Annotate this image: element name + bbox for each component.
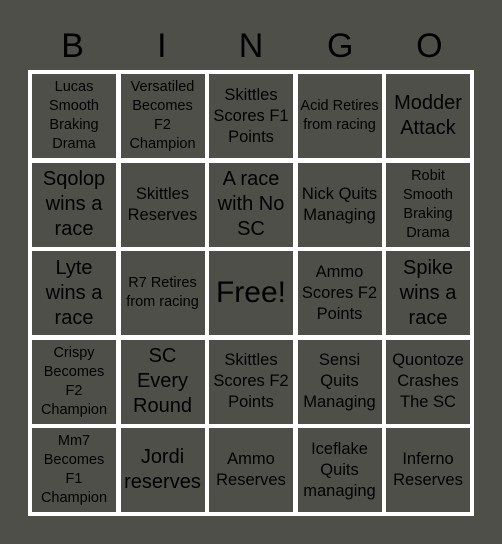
bingo-header: B I N G O — [28, 26, 474, 66]
bingo-cell[interactable]: Sqolop wins a race — [32, 162, 116, 247]
bingo-cell[interactable]: Acid Retires from racing — [297, 74, 382, 158]
bingo-cell-text: Mm7 Becomes F1 Champion — [40, 433, 108, 506]
bingo-cell[interactable]: Inferno Reserves — [386, 428, 470, 512]
header-letter-b: B — [61, 27, 84, 65]
bingo-cell-text: SC Every Round — [133, 345, 192, 417]
bingo-cell-text: Acid Retires from racing — [300, 98, 379, 133]
bingo-cell[interactable]: Ammo Reserves — [209, 428, 293, 512]
bingo-cell-text: Ammo Scores F2 Points — [301, 262, 378, 323]
bingo-cell-text: Crispy Becomes F2 Champion — [40, 344, 108, 418]
bingo-cell[interactable]: SC Every Round — [120, 339, 205, 424]
bingo-cell[interactable]: Lucas Smooth Braking Drama — [32, 74, 116, 158]
bingo-cell-text: Jordi reserves — [124, 446, 201, 493]
bingo-cell[interactable]: Modder Attack — [386, 74, 470, 158]
bingo-cell-text: Robit Smooth Braking Drama — [403, 167, 453, 241]
bingo-cell[interactable]: Crispy Becomes F2 Champion — [32, 339, 116, 424]
bingo-cell[interactable]: Nick Quits Managing — [297, 162, 382, 247]
bingo-cell[interactable]: Lyte wins a race — [32, 251, 116, 335]
bingo-cell[interactable]: Versatiled Becomes F2 Champion — [120, 74, 205, 158]
bingo-cell[interactable]: Quontoze Crashes The SC — [386, 339, 470, 424]
bingo-cell-text: Sensi Quits Managing — [303, 351, 376, 411]
bingo-cell-text: Spike wins a race — [399, 256, 457, 329]
bingo-cell[interactable]: Ammo Scores F2 Points — [297, 251, 382, 335]
free-space-cell[interactable]: Free! — [209, 251, 293, 335]
bingo-cell-text: Iceflake Quits managing — [303, 439, 376, 500]
bingo-cell-text: A race with No SC — [217, 168, 285, 240]
bingo-cell[interactable]: Sensi Quits Managing — [297, 339, 382, 424]
bingo-cell[interactable]: Iceflake Quits managing — [297, 428, 382, 512]
bingo-cell[interactable]: Spike wins a race — [386, 251, 470, 335]
bingo-cell-text: R7 Retires from racing — [126, 275, 199, 310]
bingo-cell-text: Lyte wins a race — [45, 256, 103, 329]
bingo-cell-text: Skittles Scores F2 Points — [213, 351, 289, 411]
bingo-cell-text: Modder Attack — [394, 92, 462, 139]
header-letter-n: N — [238, 27, 264, 65]
bingo-cell-text: Sqolop wins a race — [42, 168, 106, 240]
bingo-cell[interactable]: A race with No SC — [209, 162, 293, 247]
bingo-cell-text: Lucas Smooth Braking Drama — [49, 79, 99, 152]
header-letter-i: I — [157, 27, 167, 65]
header-letter-o: O — [416, 27, 443, 65]
bingo-cell[interactable]: Skittles Reserves — [120, 162, 205, 247]
bingo-cell[interactable]: Robit Smooth Braking Drama — [386, 162, 470, 247]
bingo-cell-text: Ammo Reserves — [216, 450, 286, 489]
header-letter-g: G — [326, 27, 354, 65]
bingo-cell-text: Skittles Scores F1 Points — [213, 85, 289, 146]
bingo-cell-text: Versatiled Becomes F2 Champion — [129, 79, 196, 152]
bingo-cell-text: Quontoze Crashes The SC — [392, 351, 464, 411]
bingo-grid: Lucas Smooth Braking Drama Versatiled Bec… — [28, 70, 474, 516]
bingo-cell[interactable]: Skittles Scores F1 Points — [209, 74, 293, 158]
bingo-cell-text: Nick Quits Managing — [301, 184, 378, 224]
bingo-cell[interactable]: Mm7 Becomes F1 Champion — [32, 428, 116, 512]
bingo-cell[interactable]: Skittles Scores F2 Points — [209, 339, 293, 424]
bingo-cell-text: Skittles Reserves — [127, 184, 198, 224]
bingo-cell[interactable]: R7 Retires from racing — [120, 251, 205, 335]
bingo-cell-text: Inferno Reserves — [393, 450, 463, 489]
bingo-cell[interactable]: Jordi reserves — [120, 428, 205, 512]
bingo-cell-text: Free! — [215, 276, 287, 309]
